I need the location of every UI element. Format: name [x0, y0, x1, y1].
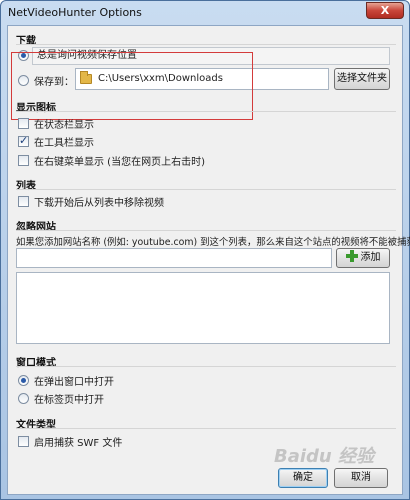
divider — [16, 189, 396, 190]
close-button[interactable]: X — [366, 2, 404, 19]
baidu-watermark: Baidu 经验 — [273, 446, 374, 467]
title-bar[interactable]: NetVideoHunter Options X — [1, 1, 409, 25]
ok-button[interactable]: 确定 — [278, 468, 328, 488]
show-in-context-menu-label: 在右键菜单显示 (当您在网页上右击时) — [34, 157, 205, 168]
show-in-toolbar-label: 在工具栏显示 — [34, 138, 94, 149]
divider — [16, 366, 396, 367]
close-icon: X — [380, 4, 390, 17]
show-in-context-menu-checkbox[interactable] — [18, 155, 29, 166]
enable-swf-option[interactable]: 启用捕获 SWF 文件 — [18, 434, 122, 449]
open-in-popup-radio[interactable] — [18, 375, 29, 386]
open-in-popup-option[interactable]: 在弹出窗口中打开 — [18, 373, 114, 388]
options-window: NetVideoHunter Options X 下载 总是询问视频保存位置 保… — [0, 0, 410, 500]
enable-swf-checkbox[interactable] — [18, 436, 29, 447]
cancel-button[interactable]: 取消 — [334, 468, 388, 488]
open-in-tab-option[interactable]: 在标签页中打开 — [18, 391, 104, 406]
open-in-tab-label: 在标签页中打开 — [34, 395, 104, 406]
divider — [16, 44, 396, 45]
divider — [16, 230, 396, 231]
divider — [16, 428, 396, 429]
add-site-label: 添加 — [360, 252, 381, 263]
remove-on-start-option[interactable]: 下载开始后从列表中移除视频 — [18, 194, 164, 209]
remove-on-start-label: 下载开始后从列表中移除视频 — [34, 198, 164, 209]
show-in-context-menu-option[interactable]: 在右键菜单显示 (当您在网页上右击时) — [18, 153, 205, 168]
site-name-input[interactable] — [16, 248, 332, 268]
add-site-button[interactable]: 添加 — [336, 248, 390, 268]
ignore-sites-description: 如果您添加网站名称 (例如: youtube.com) 到这个列表，那么来自这个… — [16, 237, 410, 248]
show-in-toolbar-option[interactable]: 在工具栏显示 — [18, 134, 94, 149]
remove-on-start-checkbox[interactable] — [18, 196, 29, 207]
divider — [16, 111, 396, 112]
choose-folder-button[interactable]: 选择文件夹 — [334, 68, 390, 90]
open-in-tab-radio[interactable] — [18, 393, 29, 404]
enable-swf-label: 启用捕获 SWF 文件 — [34, 438, 123, 449]
show-in-toolbar-checkbox[interactable] — [18, 134, 29, 147]
show-in-statusbar-label: 在状态栏显示 — [34, 120, 94, 131]
options-panel: 下载 总是询问视频保存位置 保存到： C:\Users\xxm\Download… — [7, 25, 410, 495]
show-in-statusbar-option[interactable]: 在状态栏显示 — [18, 116, 94, 131]
window-title: NetVideoHunter Options — [8, 6, 142, 19]
plus-icon — [345, 250, 358, 262]
show-in-statusbar-checkbox[interactable] — [18, 118, 29, 129]
open-in-popup-label: 在弹出窗口中打开 — [34, 377, 114, 388]
ignored-sites-list[interactable] — [16, 272, 390, 344]
